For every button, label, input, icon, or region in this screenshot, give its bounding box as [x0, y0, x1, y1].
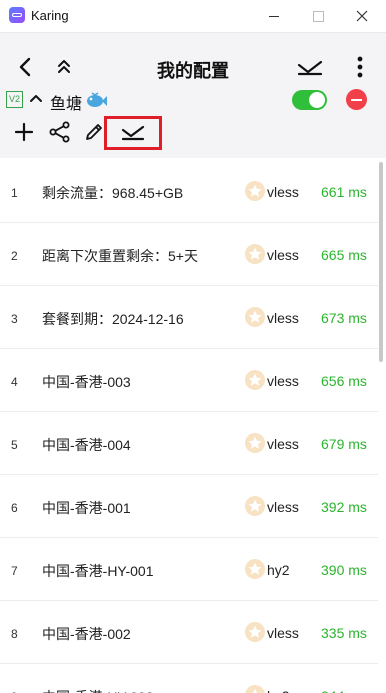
row-index: 4: [11, 375, 18, 389]
list-item[interactable]: 5 中国-香港-004 vless 679 ms: [0, 412, 378, 475]
latency-value: 679 ms: [321, 436, 367, 452]
latency-value: 661 ms: [321, 184, 367, 200]
latency-value: 335 ms: [321, 625, 367, 641]
node-name: 剩余流量：968.45+GB: [42, 185, 184, 201]
latency-value: 392 ms: [321, 499, 367, 515]
protocol-label: vless: [267, 373, 299, 389]
protocol-label: vless: [267, 499, 299, 515]
pencil-icon: [86, 124, 102, 140]
back-button[interactable]: [12, 53, 40, 81]
node-name: 中国-香港-HY-002: [42, 687, 154, 693]
list-item[interactable]: 7 中国-香港-HY-001 hy2 390 ms: [0, 538, 378, 601]
star-icon[interactable]: [244, 432, 266, 454]
node-list[interactable]: 1 剩余流量：968.45+GB vless 661 ms 2 距离下次重置剩余…: [0, 160, 386, 693]
toggle-knob: [309, 92, 325, 108]
chevron-up-icon: [30, 95, 42, 102]
list-item[interactable]: 9 中国-香港-HY-002 hy2 344 ms: [0, 664, 378, 693]
list-item[interactable]: 4 中国-香港-003 vless 656 ms: [0, 349, 378, 412]
speed-test-icon: [297, 60, 323, 76]
plus-icon: [15, 123, 33, 141]
list-item[interactable]: 3 套餐到期：2024-12-16 vless 673 ms: [0, 286, 378, 349]
list-item[interactable]: 8 中国-香港-002 vless 335 ms: [0, 601, 378, 664]
node-name: 中国-香港-002: [42, 626, 131, 642]
highlight-box: [104, 116, 162, 150]
protocol-label: vless: [267, 625, 299, 641]
star-icon[interactable]: [244, 306, 266, 328]
group-enable-toggle[interactable]: [292, 90, 327, 110]
page-title: 我的配置: [157, 61, 229, 81]
latency-value: 390 ms: [321, 562, 367, 578]
list-item[interactable]: 1 剩余流量：968.45+GB vless 661 ms: [0, 160, 378, 223]
star-icon[interactable]: [244, 495, 266, 517]
star-icon[interactable]: [244, 180, 266, 202]
group-collapse-toggle[interactable]: [26, 86, 46, 110]
node-name: 中国-香港-HY-001: [42, 563, 154, 579]
row-index: 8: [11, 627, 18, 641]
star-icon[interactable]: [244, 621, 266, 643]
node-name: 中国-香港-004: [42, 437, 131, 453]
protocol-label: vless: [267, 184, 299, 200]
close-window-button[interactable]: [352, 6, 372, 26]
latency-test-button[interactable]: [296, 53, 324, 81]
protocol-label: hy2: [267, 688, 290, 693]
share-icon: [49, 121, 70, 143]
group-name: 鱼塘: [50, 96, 83, 113]
star-icon[interactable]: [244, 684, 266, 693]
app-title: Karing: [31, 8, 69, 23]
latency-value: 344 ms: [321, 688, 367, 693]
chevron-left-icon: [19, 57, 31, 77]
list-item[interactable]: 6 中国-香港-001 vless 392 ms: [0, 475, 378, 538]
double-chevron-up-icon: [58, 60, 70, 73]
star-icon[interactable]: [244, 369, 266, 391]
maximize-button[interactable]: [308, 6, 328, 26]
node-name: 中国-香港-003: [42, 374, 131, 390]
list-item[interactable]: 2 距离下次重置剩余：5+天 vless 665 ms: [0, 223, 378, 286]
protocol-label: vless: [267, 310, 299, 326]
row-index: 1: [11, 186, 18, 200]
row-index: 2: [11, 249, 18, 263]
row-index: 7: [11, 564, 18, 578]
star-icon[interactable]: [244, 243, 266, 265]
share-button[interactable]: [46, 118, 74, 146]
protocol-label: vless: [267, 247, 299, 263]
protocol-label: hy2: [267, 562, 290, 578]
row-index: 3: [11, 312, 18, 326]
collapse-all-button[interactable]: [50, 53, 78, 81]
row-index: 5: [11, 438, 18, 452]
row-index: 6: [11, 501, 18, 515]
latency-value: 665 ms: [321, 247, 367, 263]
remove-group-button[interactable]: [346, 89, 367, 110]
v2-badge: V2: [6, 91, 23, 108]
more-menu-button[interactable]: [346, 53, 374, 81]
app-logo-icon: [9, 7, 25, 23]
protocol-label: vless: [267, 436, 299, 452]
add-button[interactable]: [10, 118, 38, 146]
window-title-bar: Karing: [0, 0, 386, 33]
fish-icon: [87, 92, 107, 107]
star-icon[interactable]: [244, 558, 266, 580]
node-name: 套餐到期：2024-12-16: [42, 311, 184, 327]
node-name: 距离下次重置剩余：5+天: [42, 248, 198, 264]
minimize-button[interactable]: [264, 6, 284, 26]
latency-value: 673 ms: [321, 310, 367, 326]
scrollbar[interactable]: [379, 162, 383, 362]
latency-value: 656 ms: [321, 373, 367, 389]
more-vertical-icon: [357, 56, 363, 78]
node-name: 中国-香港-001: [42, 500, 131, 516]
